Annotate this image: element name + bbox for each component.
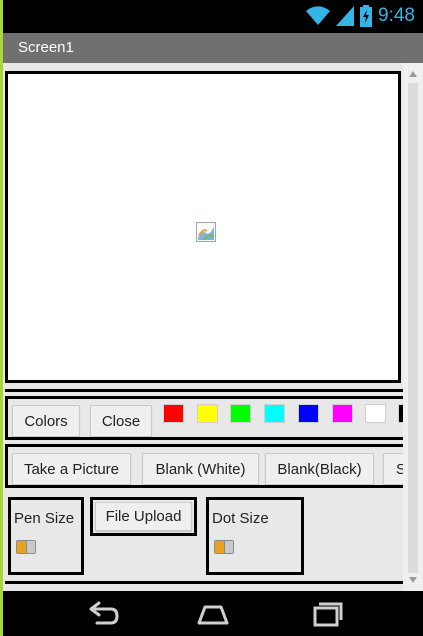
- close-button[interactable]: Close: [90, 405, 152, 437]
- divider: [5, 389, 403, 392]
- scroll-down-arrow-icon[interactable]: [409, 577, 417, 583]
- vertical-scrollbar[interactable]: [403, 63, 423, 591]
- status-bar: 9:48: [3, 0, 423, 33]
- pen-size-slider-icon[interactable]: [16, 538, 36, 556]
- action-toolbar: Take a Picture Blank (White) Blank(Black…: [5, 444, 403, 488]
- color-swatch-cyan[interactable]: [264, 404, 285, 423]
- color-swatch-white[interactable]: [365, 404, 386, 423]
- screen-content[interactable]: Colors Close Take a Picture Blank (White…: [3, 63, 423, 591]
- wifi-icon: [306, 6, 331, 26]
- take-picture-button[interactable]: Take a Picture: [12, 453, 131, 485]
- battery-icon: [360, 5, 373, 27]
- bottom-divider: [5, 581, 403, 584]
- device-frame: 9:48 Screen1 Colors Close Take a Picture…: [0, 0, 423, 636]
- scroll-up-arrow-icon[interactable]: [409, 71, 417, 77]
- dot-size-slider-icon[interactable]: [214, 538, 234, 556]
- color-swatch-blue[interactable]: [298, 404, 319, 423]
- file-upload-panel: File Upload: [90, 497, 197, 536]
- blank-black-button[interactable]: Blank(Black): [265, 453, 374, 485]
- status-time: 9:48: [378, 5, 415, 26]
- file-upload-button[interactable]: File Upload: [95, 502, 192, 531]
- pen-size-panel: Pen Size: [8, 497, 84, 575]
- settings-row: Pen Size File Upload Dot Size: [5, 494, 403, 579]
- dot-size-panel: Dot Size: [206, 497, 304, 575]
- color-swatch-magenta[interactable]: [332, 404, 353, 423]
- dot-size-label: Dot Size: [212, 510, 269, 527]
- drawing-canvas[interactable]: [5, 71, 401, 383]
- pen-size-label: Pen Size: [14, 510, 75, 527]
- color-swatch-red[interactable]: [163, 404, 184, 423]
- title-bar: Screen1: [3, 33, 423, 63]
- blank-white-button[interactable]: Blank (White): [142, 453, 259, 485]
- color-swatch-yellow[interactable]: [197, 404, 218, 423]
- truncated-button[interactable]: S: [383, 453, 403, 485]
- screen-title: Screen1: [18, 39, 74, 56]
- scroll-thumb[interactable]: [408, 83, 418, 573]
- navigation-bar: [3, 591, 423, 636]
- broken-image-icon: [196, 222, 216, 242]
- home-icon[interactable]: [193, 599, 233, 629]
- color-toolbar: Colors Close: [5, 396, 403, 440]
- recents-icon[interactable]: [305, 599, 345, 629]
- signal-icon: [336, 6, 355, 26]
- colors-button[interactable]: Colors: [12, 405, 80, 437]
- back-icon[interactable]: [83, 599, 123, 629]
- color-swatch-green[interactable]: [230, 404, 251, 423]
